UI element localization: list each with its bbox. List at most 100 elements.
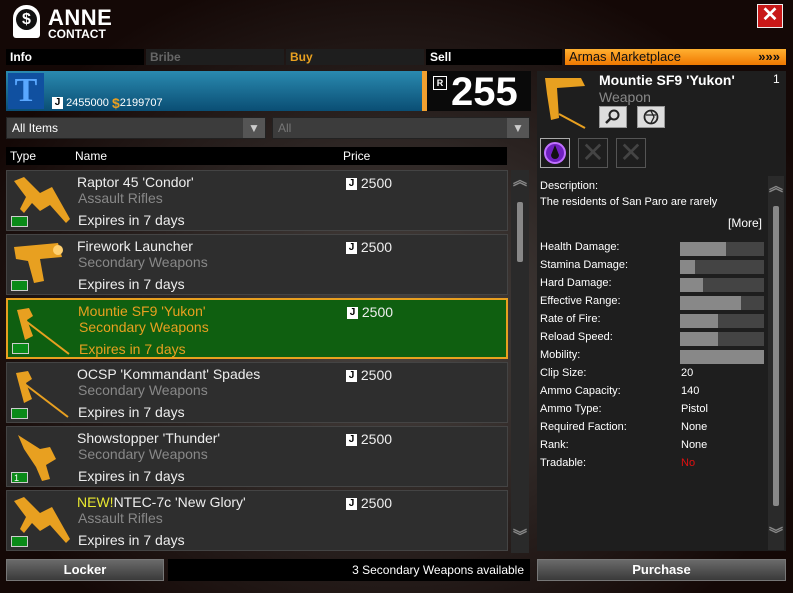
stat-row: Hard Damage: xyxy=(540,277,766,293)
available-count: 3 Secondary Weapons available xyxy=(168,559,530,581)
chevron-down-icon[interactable]: ▼ xyxy=(243,118,265,138)
list-item[interactable]: Raptor 45 'Condor' Assault Rifles Expires … xyxy=(6,170,508,231)
stat-row: Ammo Capacity: 140 xyxy=(540,385,766,401)
scroll-down-icon[interactable]: ︾ xyxy=(511,529,529,543)
stat-label: Hard Damage: xyxy=(540,277,612,289)
close-button[interactable]: ✕ xyxy=(757,4,783,28)
jc-icon: J xyxy=(52,97,63,109)
jc-icon: J xyxy=(346,434,357,447)
stat-value: 140 xyxy=(681,385,700,397)
column-type[interactable]: Type xyxy=(10,147,36,165)
scroll-thumb[interactable] xyxy=(517,202,523,262)
subcategory-dropdown[interactable]: All ▼ xyxy=(272,117,530,139)
stat-label: Required Faction: xyxy=(540,421,627,433)
stat-bar-fill xyxy=(680,260,696,274)
item-price: J 2500 xyxy=(347,304,393,320)
rank-value: 255 xyxy=(451,70,518,114)
stack-count xyxy=(12,343,29,354)
list-item[interactable]: OCSP 'Kommandant' Spades Secondary Weapon… xyxy=(6,362,508,423)
stack-count: 1 xyxy=(11,472,28,483)
locker-button[interactable]: Locker xyxy=(6,559,164,581)
purchase-button[interactable]: Purchase xyxy=(537,559,786,581)
list-item[interactable]: 1 Showstopper 'Thunder' Secondary Weapons E… xyxy=(6,426,508,487)
mod-icon xyxy=(544,142,566,164)
stat-bar-fill xyxy=(680,350,764,364)
item-expiry: Expires in 7 days xyxy=(78,468,185,484)
description-text: The residents of San Paro are rarely xyxy=(540,196,718,208)
stat-label: Clip Size: xyxy=(540,367,587,379)
stat-bar xyxy=(680,296,764,310)
tab-armas-marketplace[interactable]: Armas Marketplace »»» xyxy=(565,49,786,65)
stat-bar xyxy=(680,332,764,346)
tab-sell[interactable]: Sell xyxy=(426,49,562,65)
jc-icon: J xyxy=(346,498,357,511)
item-price-value: 2500 xyxy=(360,431,393,447)
mod-slot-1[interactable] xyxy=(540,138,570,168)
item-category: Assault Rifles xyxy=(78,510,163,526)
description-label: Description: xyxy=(540,180,599,192)
list-item[interactable]: NEW!NTEC-7c 'New Glory' Assault Rifles Exp… xyxy=(6,490,508,551)
item-category: Assault Rifles xyxy=(78,190,163,206)
stat-row: Required Faction: None xyxy=(540,421,766,437)
more-link[interactable]: [More] xyxy=(728,216,762,230)
preview-button[interactable] xyxy=(637,106,665,128)
list-item[interactable]: Firework Launcher Secondary Weapons Expire… xyxy=(6,234,508,295)
stat-label: Rate of Fire: xyxy=(540,313,601,325)
detail-type: Weapon xyxy=(599,89,651,105)
marketplace-window: $ ANNE CONTACT ✕ Info Bribe Buy Sell Arm… xyxy=(0,0,793,593)
item-category: Secondary Weapons xyxy=(78,254,208,270)
tab-market-label: Armas Marketplace xyxy=(569,49,681,64)
stat-value: 20 xyxy=(681,367,694,379)
stat-label: Rank: xyxy=(540,439,569,451)
list-header: Type Name Price xyxy=(6,147,507,165)
column-name[interactable]: Name xyxy=(75,147,107,165)
stat-bar xyxy=(680,350,764,364)
chevron-down-icon[interactable]: ▼ xyxy=(507,118,529,138)
item-price: J 2500 xyxy=(346,175,392,191)
stat-bar xyxy=(680,260,764,274)
contact-role: CONTACT xyxy=(48,27,106,41)
item-price: J 2500 xyxy=(346,431,392,447)
jc-icon: J xyxy=(346,370,357,383)
tab-bribe[interactable]: Bribe xyxy=(146,49,284,65)
item-name-text: OCSP 'Kommandant' Spades xyxy=(77,366,261,382)
stat-row: Clip Size: 20 xyxy=(540,367,766,383)
stat-label: Health Damage: xyxy=(540,241,620,253)
list-item[interactable]: Mountie SF9 'Yukon' Secondary Weapons Expi… xyxy=(6,298,508,359)
tab-buy[interactable]: Buy xyxy=(286,49,424,65)
list-scrollbar[interactable]: ︽ ︾ xyxy=(511,170,529,553)
stack-count xyxy=(11,280,28,291)
scroll-up-icon[interactable]: ︽ xyxy=(768,179,784,193)
scroll-up-icon[interactable]: ︽ xyxy=(511,173,529,187)
inspect-button[interactable] xyxy=(599,106,627,128)
jc-icon: J xyxy=(346,242,357,255)
item-price-value: 2500 xyxy=(360,367,393,383)
detail-scrollbar[interactable]: ︽ ︾ xyxy=(768,176,784,550)
stat-label: Tradable: xyxy=(540,457,587,469)
stat-row: Mobility: xyxy=(540,349,766,365)
mod-slot-2[interactable]: ✕ xyxy=(578,138,608,168)
column-price[interactable]: Price xyxy=(343,147,370,165)
stat-row: Stamina Damage: xyxy=(540,259,766,275)
stat-row: Health Damage: xyxy=(540,241,766,257)
stat-row: Effective Range: xyxy=(540,295,766,311)
tab-info[interactable]: Info xyxy=(6,49,144,65)
item-name-text: NTEC-7c 'New Glory' xyxy=(113,494,246,510)
faction-bar: T J 2455000 $2199707 R 255 xyxy=(6,70,531,114)
item-expiry: Expires in 7 days xyxy=(79,341,186,357)
item-name-text: Raptor 45 'Condor' xyxy=(77,174,194,190)
stat-label: Stamina Damage: xyxy=(540,259,629,271)
scroll-down-icon[interactable]: ︾ xyxy=(768,527,784,541)
mod-slot-3[interactable]: ✕ xyxy=(616,138,646,168)
item-name-text: Firework Launcher xyxy=(77,238,193,254)
stat-value: Pistol xyxy=(681,403,708,415)
stat-label: Mobility: xyxy=(540,349,581,361)
pistol-icon xyxy=(545,78,586,129)
stat-bar-fill xyxy=(680,332,718,346)
stat-label: Reload Speed: xyxy=(540,331,613,343)
stat-row: Reload Speed: xyxy=(540,331,766,347)
category-dropdown[interactable]: All Items ▼ xyxy=(6,117,266,139)
stack-count xyxy=(11,216,28,227)
item-expiry: Expires in 7 days xyxy=(78,532,185,548)
scroll-thumb[interactable] xyxy=(773,206,779,506)
